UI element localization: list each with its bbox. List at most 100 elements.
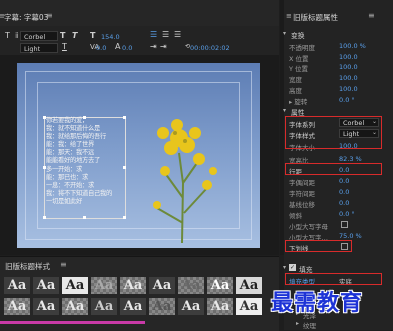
x-position-label: X 位置 bbox=[289, 55, 309, 63]
style-swatch[interactable]: Aa bbox=[207, 298, 233, 315]
y-position-label: Y 位置 bbox=[289, 65, 309, 73]
fill-checkbox[interactable]: ✓ bbox=[289, 264, 296, 271]
style-swatch[interactable]: Aa bbox=[178, 298, 204, 315]
height-label: 高度 bbox=[289, 87, 302, 95]
align-right-icon[interactable]: ☰ bbox=[174, 30, 181, 40]
text-size-icon[interactable]: T bbox=[90, 31, 95, 41]
texture-label: 纹理 bbox=[303, 322, 316, 330]
properties-menu-button[interactable]: ≡ bbox=[368, 11, 375, 20]
style-swatch[interactable]: Aa bbox=[149, 298, 175, 315]
style-swatch[interactable]: Aa bbox=[91, 298, 117, 315]
height-value[interactable]: 100.0 bbox=[339, 85, 358, 93]
slant-value[interactable]: 0.0 ° bbox=[339, 210, 355, 218]
highlight-filltype-box bbox=[285, 273, 382, 285]
styles-panel-title: 旧版标题样式 bbox=[5, 262, 50, 271]
tracking-label: 字符间距 bbox=[289, 190, 315, 198]
caption-line: 一息：不开始：求 bbox=[46, 182, 94, 189]
watermark-logo: 最需教育 bbox=[271, 291, 364, 316]
title-bar: ≡ 字幕: 字幕03 ≡ bbox=[0, 0, 279, 27]
kerning-label: 字偶间距 bbox=[289, 179, 315, 187]
panel-close-icon[interactable]: ≡ bbox=[46, 11, 53, 20]
resize-handle[interactable] bbox=[123, 116, 126, 119]
style-swatch[interactable]: Aa bbox=[207, 277, 233, 294]
style-swatch[interactable]: Aa bbox=[4, 298, 30, 315]
y-position-value[interactable]: 100.0 bbox=[339, 63, 358, 71]
style-swatch[interactable]: Aa bbox=[33, 298, 59, 315]
style-swatch[interactable]: Aa bbox=[120, 298, 146, 315]
tracking-prop-value[interactable]: 0.0 bbox=[339, 188, 349, 196]
smallcaps-size-value[interactable]: 75.0 % bbox=[339, 232, 362, 240]
window-title: 字幕: 字幕03 bbox=[4, 13, 49, 22]
style-swatch[interactable]: Aa bbox=[4, 277, 30, 294]
resize-handle[interactable] bbox=[123, 216, 126, 219]
caption-line: 你若要我的爱， bbox=[46, 117, 88, 124]
aspect-value[interactable]: 82.3 % bbox=[339, 155, 362, 163]
smallcaps-label: 小型大写字母 bbox=[289, 223, 328, 231]
underline-icon[interactable]: T bbox=[62, 42, 67, 52]
style-swatch[interactable]: Aa bbox=[120, 277, 146, 294]
caption-line: 能：我：给了世界 bbox=[46, 141, 94, 148]
text-italic-icon[interactable]: T bbox=[72, 31, 77, 41]
font-family-select[interactable]: Corbel bbox=[20, 31, 58, 41]
caption-line: 能：那已也：求 bbox=[46, 174, 88, 181]
rotation-label[interactable]: ▸ 旋转 bbox=[289, 96, 307, 106]
highlight-underline-box bbox=[285, 240, 352, 252]
type-tool-icon[interactable]: ⅱ bbox=[15, 31, 19, 41]
text-tool-icon[interactable]: T bbox=[5, 31, 10, 41]
title-toolbar: T ⅱ Corbel T T T 154.0 ☰ ☰ ☰ Light T VA … bbox=[0, 26, 279, 55]
tracking-value[interactable]: 0.0 bbox=[96, 44, 106, 52]
resize-handle[interactable] bbox=[123, 166, 126, 169]
style-swatch[interactable]: Aa bbox=[236, 277, 262, 294]
opacity-label: 不透明度 bbox=[289, 44, 315, 52]
resize-handle[interactable] bbox=[83, 216, 86, 219]
expand-texture-icon[interactable]: ▸ bbox=[296, 320, 299, 327]
style-swatch[interactable]: Aa bbox=[178, 277, 204, 294]
expand-fill-icon[interactable]: ▾ bbox=[283, 264, 286, 271]
style-swatch[interactable]: Aa bbox=[236, 298, 262, 315]
tab-stops-icon[interactable]: ⇥ bbox=[150, 42, 157, 52]
style-swatch[interactable]: Aa bbox=[62, 298, 88, 315]
style-swatch[interactable]: Aa bbox=[91, 277, 117, 294]
x-position-value[interactable]: 100.0 bbox=[339, 53, 358, 61]
rotation-value[interactable]: 0.0 ° bbox=[339, 96, 355, 104]
caption-line: 多一开始：求 bbox=[46, 166, 82, 173]
playhead-bar bbox=[0, 321, 145, 324]
properties-menu-icon[interactable]: ≡ bbox=[286, 12, 292, 20]
timecode[interactable]: 00:00:02:02 bbox=[190, 44, 230, 52]
menu-icon[interactable]: ≡ bbox=[60, 260, 67, 269]
caption-line: 我：就不知道什么是 bbox=[46, 125, 100, 132]
highlight-font-box bbox=[285, 116, 382, 149]
section-transform[interactable]: 变换 bbox=[291, 30, 305, 40]
caption-line: 能能看好的地方去了 bbox=[46, 157, 100, 164]
align-center-icon[interactable]: ☰ bbox=[162, 30, 169, 40]
style-swatch[interactable]: Aa bbox=[149, 277, 175, 294]
slant-label: 倾斜 bbox=[289, 212, 302, 220]
tab-stops-2-icon[interactable]: ⇥ bbox=[160, 42, 167, 52]
width-label: 宽度 bbox=[289, 76, 302, 84]
baseline-label: 基线位移 bbox=[289, 201, 315, 209]
highlight-leading-box bbox=[285, 163, 382, 175]
kerning-value[interactable]: 0.0 bbox=[339, 177, 349, 185]
font-style-select[interactable]: Light bbox=[20, 43, 58, 53]
styles-panel: 旧版标题样式 ≡ Aa Aa Aa Aa Aa Aa Aa Aa Aa Aa A… bbox=[0, 256, 279, 331]
caption-line: 一切是如此好 bbox=[46, 198, 82, 205]
baseline-value[interactable]: 0.0 bbox=[339, 199, 349, 207]
expand-properties-icon[interactable]: ▾ bbox=[283, 107, 286, 114]
opacity-value[interactable]: 100.0 % bbox=[339, 42, 366, 50]
font-size-value[interactable]: 154.0 bbox=[101, 33, 120, 41]
width-value[interactable]: 100.0 bbox=[339, 74, 358, 82]
caption-line: 能：那天：我不远 bbox=[46, 149, 94, 156]
style-swatch[interactable]: Aa bbox=[33, 277, 59, 294]
style-swatch[interactable]: Aa bbox=[62, 277, 88, 294]
expand-transform-icon[interactable]: ▾ bbox=[283, 30, 286, 37]
caption-line: 我：就给那后悔的吾行 bbox=[46, 133, 106, 140]
caption-line: 我：将不下知道自己我的 bbox=[46, 190, 112, 197]
leading-value[interactable]: 0.0 bbox=[122, 44, 132, 52]
align-left-icon[interactable]: ☰ bbox=[150, 30, 157, 40]
flower-image bbox=[153, 119, 217, 244]
resize-handle[interactable] bbox=[43, 216, 46, 219]
smallcaps-checkbox[interactable] bbox=[341, 221, 348, 228]
properties-title: 旧版标题属性 bbox=[293, 13, 338, 22]
text-t-icon[interactable]: T bbox=[60, 31, 65, 41]
leading-icon[interactable]: A bbox=[115, 42, 120, 52]
